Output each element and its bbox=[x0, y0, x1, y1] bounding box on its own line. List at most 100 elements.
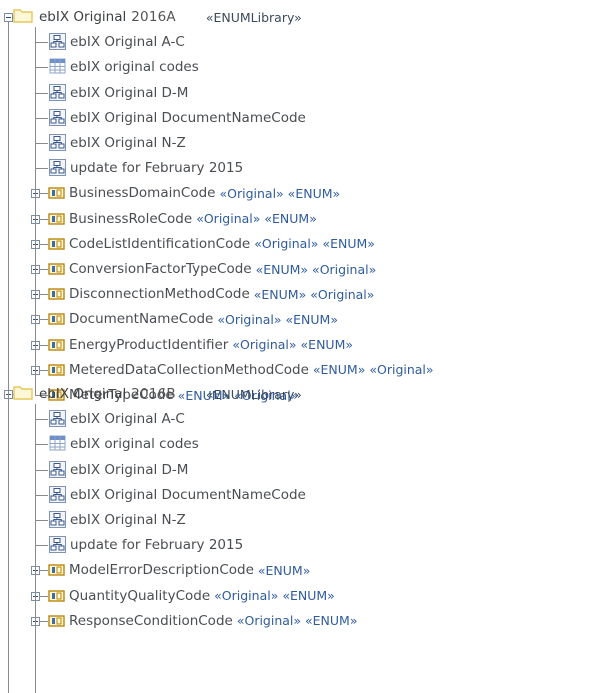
diagram-node[interactable]: ebIX Original D-M bbox=[70, 459, 188, 481]
diagram-icon bbox=[49, 108, 66, 130]
tree-connector bbox=[40, 269, 48, 270]
diagram-node[interactable]: ebIX Original DocumentNameCode bbox=[70, 107, 306, 129]
diagram-node[interactable]: ebIX Original D-M bbox=[70, 82, 188, 104]
tree-connector bbox=[35, 67, 48, 69]
diagram-node[interactable]: ebIX original codes bbox=[70, 56, 199, 78]
diagram-label: ebIX Original DocumentNameCode bbox=[70, 109, 306, 126]
tree-connector bbox=[35, 117, 48, 119]
enumeration-name: MeteredDataCollectionMethodCode bbox=[69, 361, 309, 378]
library-node[interactable]: ebIX Original 2016A «ENUMLibrary» bbox=[39, 6, 302, 28]
stereotype-label: «Original» «ENUM» bbox=[217, 311, 338, 327]
enumeration-node[interactable]: MeteredDataCollectionMethodCode «ENUM» «O… bbox=[69, 359, 434, 381]
stereotype-label: «ENUM» «Original» bbox=[253, 286, 375, 302]
tree-connector bbox=[40, 243, 48, 245]
enum-icon bbox=[48, 287, 65, 305]
tree-connector bbox=[35, 469, 48, 471]
diagram-label: update for February 2015 bbox=[70, 537, 244, 554]
diagram-label: ebIX Original N-Z bbox=[70, 512, 186, 528]
tree-connector bbox=[40, 369, 48, 371]
containment-tree: ebIX Original 2016A «ENUMLibrary» ebIX Orig… bbox=[0, 0, 615, 693]
enumeration-node[interactable]: ResponseConditionCode «Original» «ENUM» bbox=[69, 610, 358, 632]
library-node[interactable]: ebIX Original 2016B «ENUMLibrary» bbox=[39, 383, 302, 405]
diagram-icon bbox=[49, 134, 66, 155]
diagram-node[interactable]: ebIX Original A-C bbox=[70, 31, 185, 53]
diagram-node[interactable]: ebIX original codes bbox=[70, 433, 199, 455]
diagram-icon bbox=[49, 410, 66, 431]
diagram-label: update for February 2015 bbox=[70, 160, 244, 177]
tree-connector bbox=[40, 319, 48, 321]
tree-connector bbox=[40, 595, 48, 597]
enumeration-node[interactable]: DocumentNameCode «Original» «ENUM» bbox=[69, 308, 338, 330]
stereotype-label: «Original» «ENUM» bbox=[232, 337, 354, 353]
tree-connector bbox=[40, 193, 48, 195]
enumeration-name: BusinessDomainCode bbox=[69, 185, 216, 202]
diagram-node[interactable]: update for February 2015 bbox=[70, 157, 243, 179]
enumeration-name: CodeListIdentificationCode bbox=[69, 235, 251, 252]
library-stereotype: «ENUMLibrary» bbox=[205, 386, 302, 402]
enum-icon bbox=[48, 312, 65, 330]
diagram-icon bbox=[49, 33, 66, 54]
diagram-label: ebIX Original N-Z bbox=[70, 135, 186, 151]
enum-icon bbox=[48, 363, 65, 381]
tree-connector bbox=[40, 620, 48, 622]
enum-icon bbox=[48, 589, 65, 607]
enum-icon bbox=[48, 563, 65, 581]
tree-connector bbox=[35, 168, 48, 170]
tree-connector bbox=[40, 218, 48, 220]
diagram-node[interactable]: ebIX Original N-Z bbox=[70, 132, 186, 154]
diagram-icon bbox=[49, 83, 66, 105]
enumeration-node[interactable]: QuantityQualityCode «Original» «ENUM» bbox=[69, 585, 335, 607]
diagram-label: ebIX Original A-C bbox=[70, 34, 185, 51]
library-version: 2016A bbox=[131, 9, 176, 25]
enumeration-name: EnergyProductIdentifier bbox=[69, 336, 229, 353]
diagram-label: ebIX Original DocumentNameCode bbox=[70, 486, 306, 503]
diagram-label: ebIX original codes bbox=[70, 436, 199, 453]
stereotype-label: «Original» «ENUM» bbox=[214, 588, 335, 604]
diagram-node[interactable]: ebIX Original A-C bbox=[70, 408, 185, 430]
tree-connector bbox=[35, 494, 48, 496]
stereotype-label: «Original» «ENUM» bbox=[236, 613, 358, 629]
diagram-icon bbox=[49, 511, 66, 532]
enumeration-node[interactable]: CodeListIdentificationCode «Original» «EN… bbox=[69, 233, 375, 255]
enumeration-name: ResponseConditionCode bbox=[69, 612, 233, 629]
enum-icon bbox=[48, 237, 65, 255]
stereotype-label: «ENUM» «Original» bbox=[255, 261, 377, 277]
diagram-icon bbox=[49, 159, 66, 180]
diagram-node[interactable]: ebIX Original N-Z bbox=[70, 509, 186, 531]
stereotype-label: «Original» «ENUM» bbox=[254, 236, 375, 252]
library-name: ebIX Original bbox=[39, 386, 127, 402]
enumeration-node[interactable]: DisconnectionMethodCode «ENUM» «Original» bbox=[69, 283, 374, 305]
folder-icon bbox=[13, 7, 33, 27]
collapse-toggle[interactable] bbox=[4, 13, 13, 22]
diagram-node[interactable]: update for February 2015 bbox=[70, 534, 243, 556]
library-version: 2016B bbox=[131, 386, 176, 402]
diagram-label: ebIX Original D-M bbox=[70, 461, 189, 478]
enumeration-node[interactable]: BusinessDomainCode «Original» «ENUM» bbox=[69, 182, 340, 204]
enumeration-node[interactable]: EnergyProductIdentifier «Original» «ENUM» bbox=[69, 334, 353, 356]
enum-icon bbox=[48, 614, 65, 632]
enumeration-node[interactable]: ConversionFactorTypeCode «ENUM» «Original… bbox=[69, 258, 376, 280]
enum-icon bbox=[48, 186, 65, 204]
diagram-node[interactable]: ebIX Original DocumentNameCode bbox=[70, 484, 306, 506]
enumeration-name: DisconnectionMethodCode bbox=[69, 286, 250, 303]
stereotype-label: «Original» «ENUM» bbox=[196, 211, 317, 227]
diagram-icon bbox=[49, 536, 66, 557]
tree-connector bbox=[40, 344, 48, 346]
enum-icon bbox=[48, 212, 65, 230]
enumeration-name: DocumentNameCode bbox=[69, 311, 214, 328]
diagram-label: ebIX Original D-M bbox=[70, 84, 189, 101]
enumeration-node[interactable]: BusinessRoleCode «Original» «ENUM» bbox=[69, 208, 317, 230]
table-icon bbox=[49, 435, 66, 455]
stereotype-label: «ENUM» «Original» bbox=[312, 362, 434, 378]
enumeration-name: ConversionFactorTypeCode bbox=[69, 261, 252, 277]
diagram-icon bbox=[49, 460, 66, 482]
library-stereotype: «ENUMLibrary» bbox=[205, 9, 302, 25]
enumeration-name: QuantityQualityCode bbox=[69, 587, 211, 604]
diagram-label: ebIX original codes bbox=[70, 59, 199, 76]
tree-connector bbox=[35, 444, 48, 446]
enum-icon bbox=[48, 262, 65, 280]
enumeration-node[interactable]: ModelErrorDescriptionCode «ENUM» bbox=[69, 559, 310, 581]
stereotype-label: «Original» «ENUM» bbox=[219, 185, 341, 201]
enumeration-name: BusinessRoleCode bbox=[69, 210, 193, 227]
table-icon bbox=[49, 58, 66, 78]
